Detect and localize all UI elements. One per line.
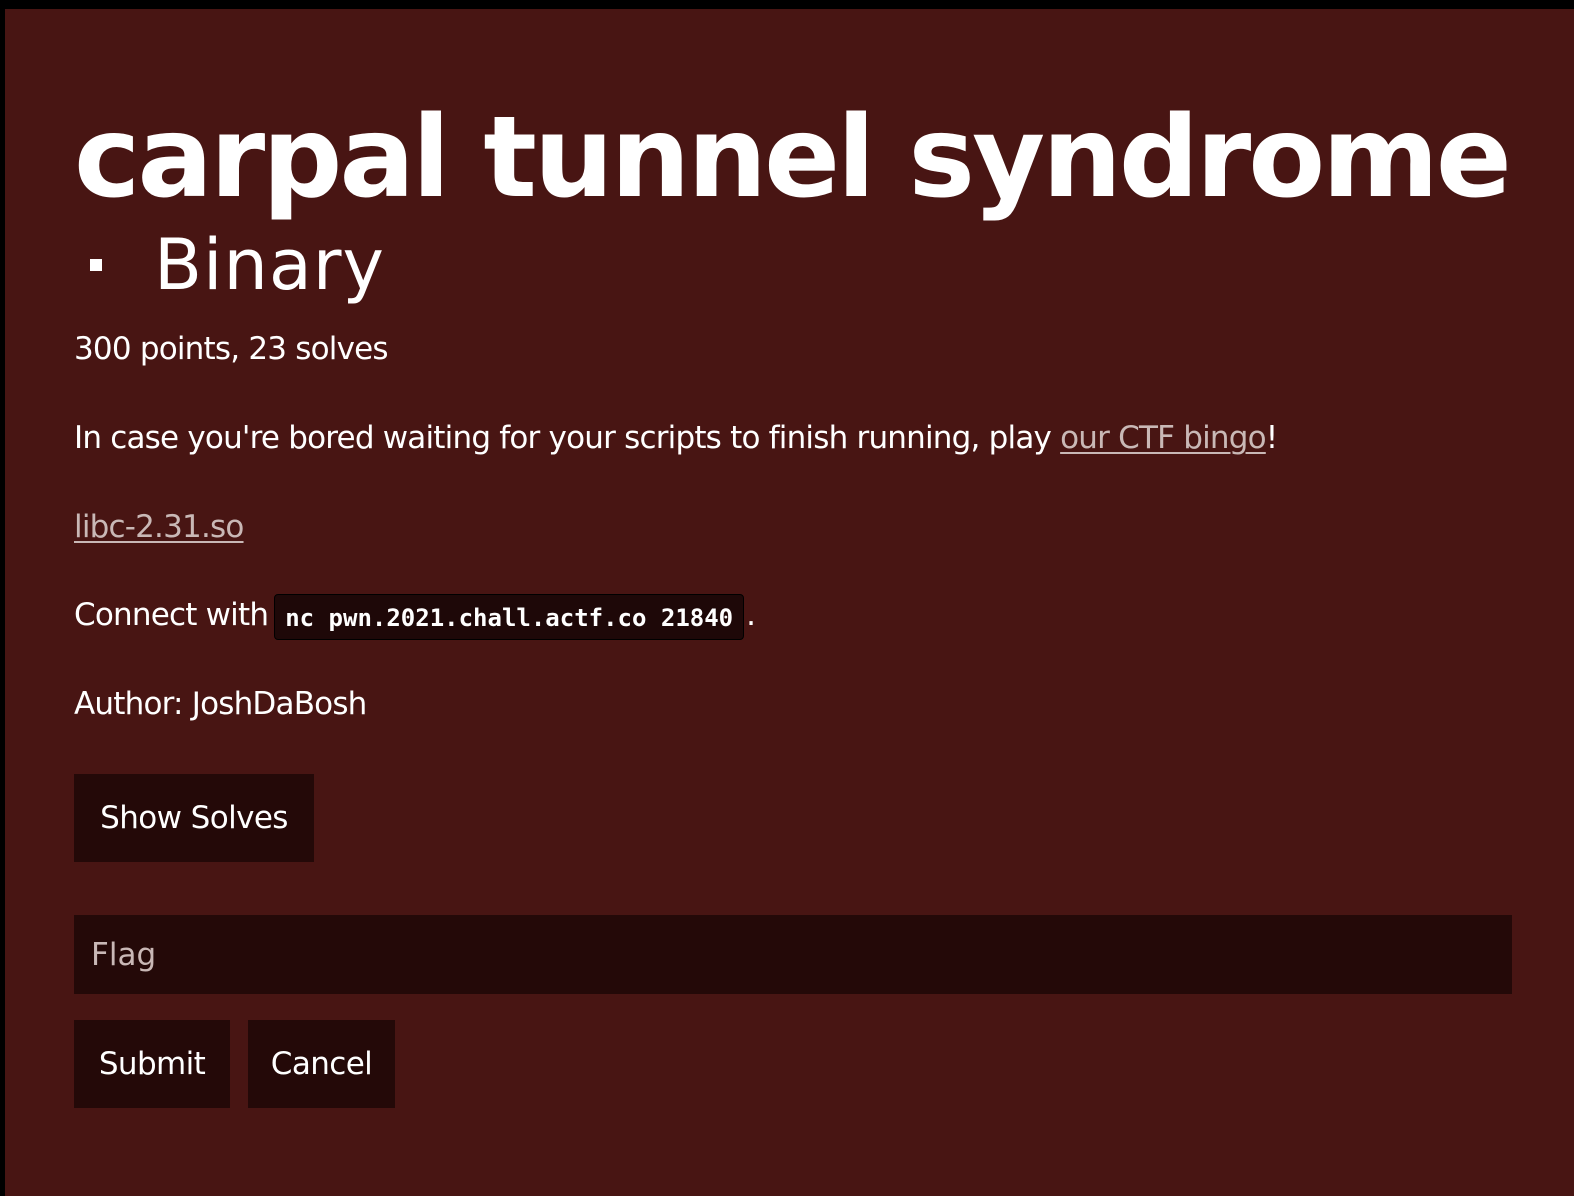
bullet-icon — [90, 259, 102, 271]
points-solves: 300 points, 23 solves — [74, 331, 389, 367]
libc-file-link[interactable]: libc-2.31.so — [74, 509, 244, 545]
category-row: Binary — [74, 225, 385, 305]
file-row: libc-2.31.so — [74, 505, 244, 549]
ctf-bingo-link[interactable]: our CTF bingo — [1060, 420, 1266, 456]
connect-suffix: . — [746, 597, 756, 633]
flag-input[interactable] — [74, 915, 1512, 994]
connect-row: Connect with nc pwn.2021.chall.actf.co 21… — [74, 593, 756, 640]
challenge-category: Binary — [154, 224, 385, 306]
description-text: In case you're bored waiting for your sc… — [74, 420, 1061, 456]
submit-button[interactable]: Submit — [74, 1020, 230, 1108]
description-suffix: ! — [1265, 420, 1278, 456]
cancel-button[interactable]: Cancel — [248, 1020, 395, 1108]
connect-command: nc pwn.2021.chall.actf.co 21840 — [274, 593, 745, 640]
challenge-title: carpal tunnel syndrome — [74, 93, 1512, 223]
show-solves-button[interactable]: Show Solves — [74, 774, 314, 862]
challenge-panel: carpal tunnel syndrome Binary 300 points… — [5, 9, 1574, 1196]
connect-label: Connect with — [74, 597, 269, 633]
challenge-description: In case you're bored waiting for your sc… — [74, 416, 1278, 460]
challenge-author: Author: JoshDaBosh — [74, 686, 367, 722]
